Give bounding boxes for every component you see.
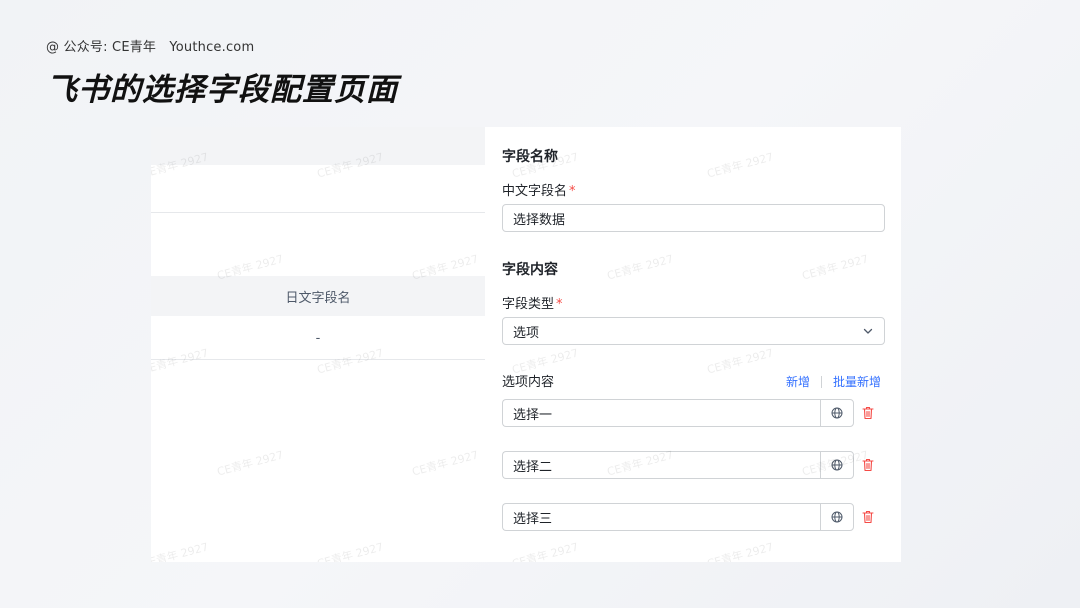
options-label: 选项内容 <box>502 375 555 390</box>
delete-option-button[interactable] <box>861 509 875 525</box>
page-title: 飞书的选择字段配置页面 <box>46 72 398 108</box>
section-title-field-content: 字段内容 <box>502 262 558 278</box>
option-value: 选择二 <box>513 459 553 475</box>
language-button[interactable] <box>820 451 854 479</box>
language-button[interactable] <box>820 399 854 427</box>
option-value: 选择三 <box>513 511 553 527</box>
field-type-select[interactable]: 选项 <box>502 317 885 345</box>
option-row: 选择二 <box>502 451 886 479</box>
screenshot-stage: 日文字段名 - 字段名称 中文字段名 * 选择数据 字段内容 字段类型 * 选项 选… <box>151 127 901 562</box>
column-header-japanese-name: 日文字段名 <box>151 276 485 316</box>
globe-icon <box>831 459 843 471</box>
table-row <box>151 214 485 276</box>
table-cell: - <box>151 317 485 360</box>
field-type-label: 字段类型 * <box>502 293 563 312</box>
credit-line: @ 公众号: CE青年 Youthce.com <box>46 40 255 55</box>
chinese-name-value: 选择数据 <box>513 212 566 228</box>
globe-icon <box>831 407 843 419</box>
chinese-name-label-text: 中文字段名 <box>502 184 568 199</box>
option-row: 选择三 <box>502 503 886 531</box>
field-table-panel: 日文字段名 - <box>151 127 485 562</box>
delete-option-button[interactable] <box>861 457 875 473</box>
option-value: 选择一 <box>513 407 553 423</box>
batch-add-button[interactable]: 批量新增 <box>833 373 881 390</box>
add-option-button[interactable]: 新增 <box>786 373 810 390</box>
chinese-name-input[interactable]: 选择数据 <box>502 204 885 232</box>
section-title-field-name: 字段名称 <box>502 149 558 165</box>
option-input[interactable]: 选择一 <box>502 399 821 427</box>
trash-icon <box>862 510 874 524</box>
chinese-name-label: 中文字段名 * <box>502 180 576 199</box>
option-row: 选择一 <box>502 399 886 427</box>
required-mark: * <box>556 297 563 312</box>
option-input[interactable]: 选择二 <box>502 451 821 479</box>
required-mark: * <box>569 184 576 199</box>
chevron-down-icon <box>863 328 873 334</box>
table-header-strip <box>151 127 485 165</box>
table-row <box>151 165 485 213</box>
divider <box>820 375 822 388</box>
field-type-value: 选项 <box>513 325 540 341</box>
delete-option-button[interactable] <box>861 405 875 421</box>
language-button[interactable] <box>820 503 854 531</box>
option-input[interactable]: 选择三 <box>502 503 821 531</box>
globe-icon <box>831 511 843 523</box>
option-actions: 新增 批量新增 <box>786 373 881 390</box>
field-config-panel: 字段名称 中文字段名 * 选择数据 字段内容 字段类型 * 选项 选项内容 新增 批… <box>485 127 901 562</box>
trash-icon <box>862 458 874 472</box>
trash-icon <box>862 406 874 420</box>
field-type-label-text: 字段类型 <box>502 297 555 312</box>
